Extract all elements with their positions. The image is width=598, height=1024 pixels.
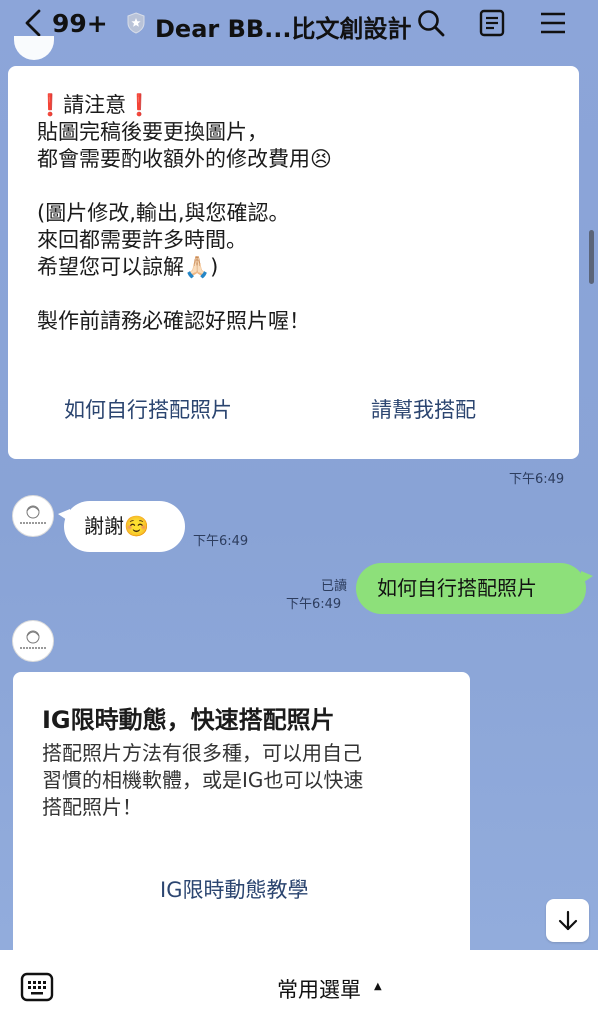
how-to-match-photos-button[interactable]: 如何自行搭配照片 xyxy=(64,394,232,424)
ig-story-tutorial-button[interactable]: IG限時動態教學 xyxy=(160,874,308,904)
message-time: 下午6:49 xyxy=(286,597,342,612)
scrollbar[interactable] xyxy=(589,230,594,284)
back-arrow-icon[interactable] xyxy=(22,8,46,38)
bottom-menu-bar: 常用選單 ▲ xyxy=(0,950,598,1024)
ig-card-desc-line: 習慣的相機軟體，或是IG也可以快速 xyxy=(42,768,364,792)
ig-card-title: IG限時動態，快速搭配照片 xyxy=(42,706,335,734)
notice-line xyxy=(37,173,557,200)
ig-card-description: 搭配照片方法有很多種，可以用自己 習慣的相機軟體，或是IG也可以快速 搭配照片！ xyxy=(42,740,452,821)
received-message-bubble[interactable]: 謝謝☺️ xyxy=(58,501,185,552)
notice-text: ❗️請注意❗️ 貼圖完稿後要更換圖片， 都會需要酌收額外的修改費用😣 (圖片修改… xyxy=(37,92,557,335)
ig-card-desc-line: 搭配照片！ xyxy=(42,795,142,819)
read-receipt: 已讀 xyxy=(321,579,348,594)
note-icon[interactable] xyxy=(477,8,507,38)
ig-story-card: IG限時動態，快速搭配照片 搭配照片方法有很多種，可以用自己 習慣的相機軟體，或… xyxy=(13,672,470,962)
message-time: 下午6:49 xyxy=(509,472,565,487)
notice-card: ❗️請注意❗️ 貼圖完稿後要更換圖片， 都會需要酌收額外的修改費用😣 (圖片修改… xyxy=(8,66,579,459)
chat-header: 99+ Dear BB...比文創設計 xyxy=(0,0,598,48)
chat-title[interactable]: Dear BB...比文創設計 xyxy=(155,9,412,44)
caret-up-icon[interactable]: ▲ xyxy=(374,981,382,992)
message-time: 下午6:49 xyxy=(193,534,249,549)
notice-line xyxy=(37,281,557,308)
unread-count[interactable]: 99+ xyxy=(52,9,108,38)
shield-icon xyxy=(126,12,146,34)
arrow-down-icon xyxy=(558,910,577,930)
keyboard-icon[interactable] xyxy=(20,971,54,1003)
notice-line: (圖片修改,輸出,與您確認。 xyxy=(37,201,290,225)
help-me-match-button[interactable]: 請幫我搭配 xyxy=(371,394,476,424)
sent-message-bubble[interactable]: 如何自行搭配照片 xyxy=(356,563,593,614)
hamburger-menu-icon[interactable] xyxy=(538,8,568,38)
notice-line: 希望您可以諒解🙏🏻) xyxy=(37,255,219,279)
avatar[interactable] xyxy=(12,495,54,537)
rich-menu-toggle[interactable]: 常用選單 xyxy=(277,974,361,1004)
scroll-to-bottom-button[interactable] xyxy=(546,899,589,942)
notice-line: ❗️請注意❗️ xyxy=(37,93,153,117)
notice-line: 製作前請務必確認好照片喔！ xyxy=(37,309,310,333)
ig-card-desc-line: 搭配照片方法有很多種，可以用自己 xyxy=(42,741,362,765)
search-icon[interactable] xyxy=(416,8,446,38)
notice-line: 來回都需要許多時間。 xyxy=(37,228,247,252)
notice-line: 貼圖完稿後要更換圖片， xyxy=(37,120,268,144)
notice-line: 都會需要酌收額外的修改費用😣 xyxy=(37,147,332,171)
avatar[interactable] xyxy=(12,620,54,662)
